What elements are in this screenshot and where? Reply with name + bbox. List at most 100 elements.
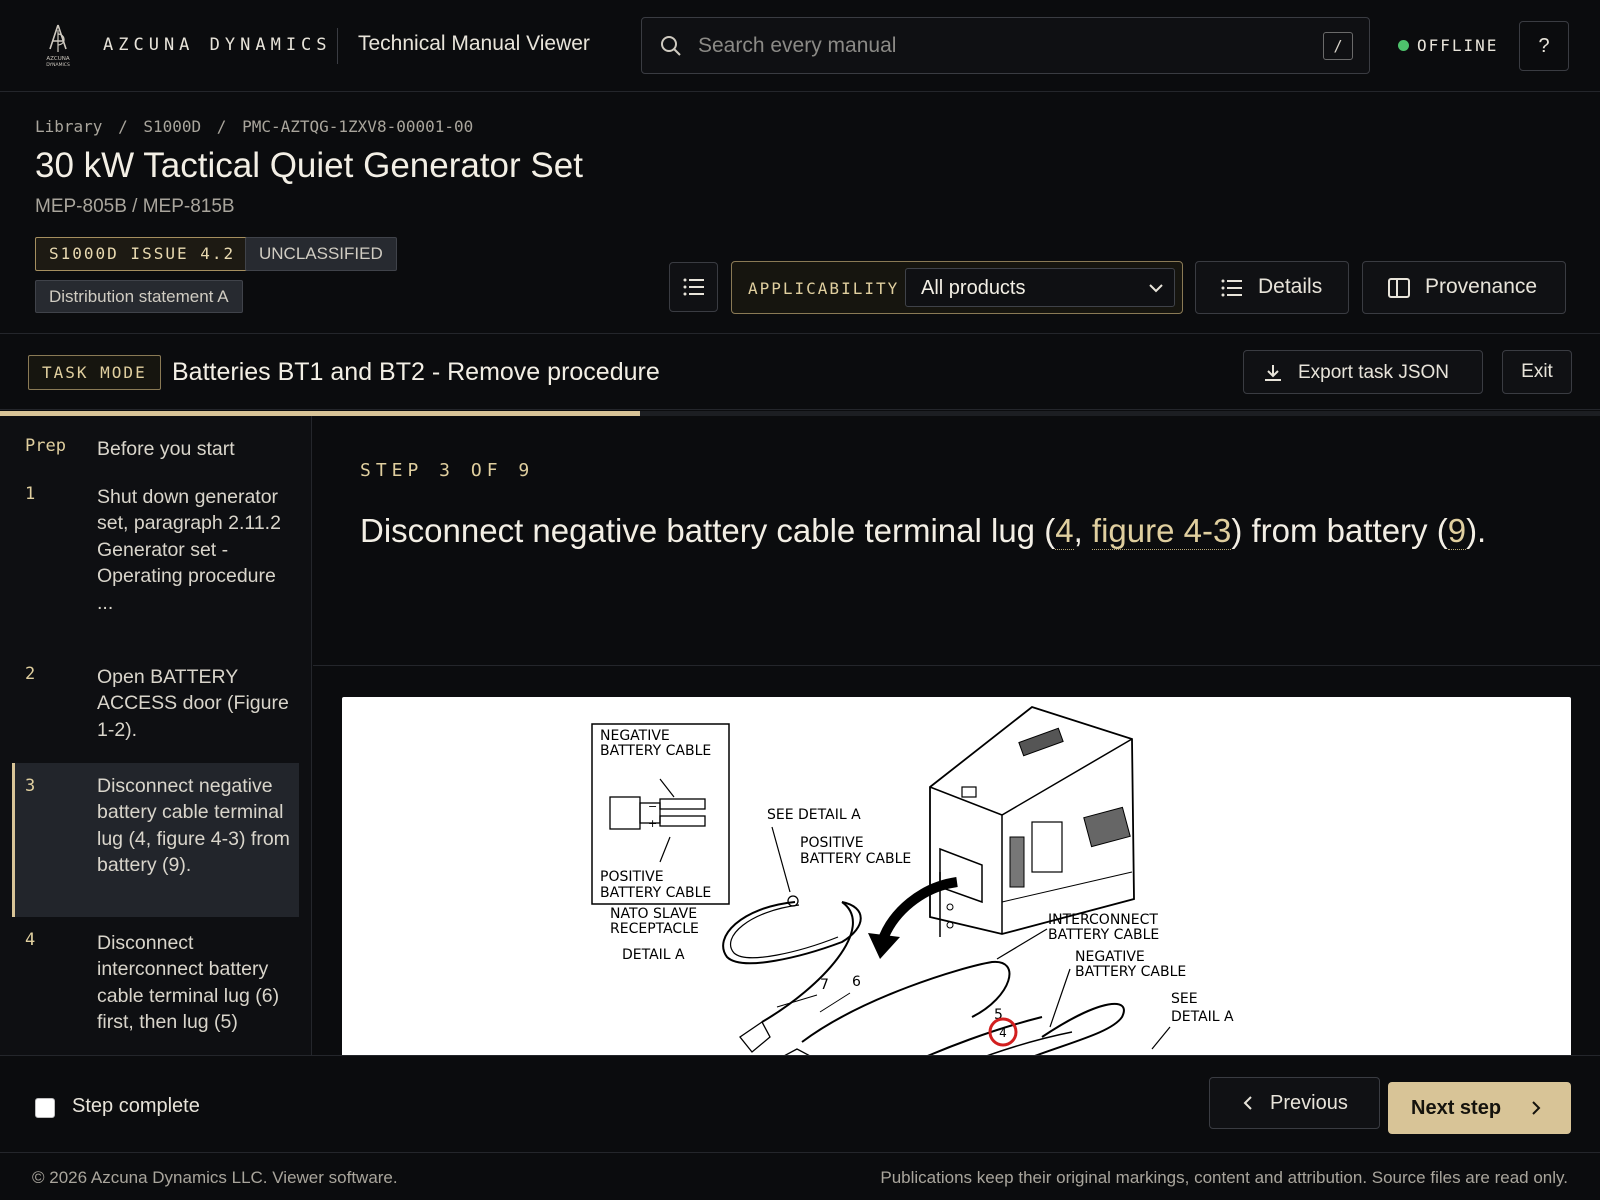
step-number: 4 bbox=[25, 930, 36, 950]
step-complete-label[interactable]: Step complete bbox=[72, 1095, 200, 1118]
step-complete-checkbox[interactable] bbox=[35, 1098, 55, 1118]
step-counter: STEP 3 OF 9 bbox=[360, 460, 535, 481]
export-label: Export task JSON bbox=[1298, 362, 1449, 383]
status-dot-icon bbox=[1398, 40, 1409, 51]
footer-copyright: © 2026 Azcuna Dynamics LLC. Viewer softw… bbox=[32, 1168, 398, 1187]
step-list-item-prep[interactable]: Prep Before you start bbox=[12, 432, 299, 472]
svg-text:DETAIL A: DETAIL A bbox=[622, 947, 685, 963]
brand-name: AZCUNA DYNAMICS bbox=[103, 35, 332, 55]
previous-step-button[interactable]: Previous bbox=[1209, 1077, 1380, 1129]
content-divider bbox=[313, 665, 1600, 666]
task-title: Batteries BT1 and BT2 - Remove procedure bbox=[172, 358, 660, 386]
search-box[interactable]: / bbox=[641, 17, 1370, 74]
applicability-select[interactable]: All products bbox=[905, 268, 1175, 307]
help-button[interactable]: ? bbox=[1519, 21, 1569, 71]
page-subtitle: MEP-805B / MEP-815B bbox=[35, 196, 235, 217]
step-action-bar: Step complete Previous Next step bbox=[0, 1055, 1600, 1153]
svg-text:BATTERY CABLE: BATTERY CABLE bbox=[1048, 927, 1159, 943]
svg-text:BATTERY CABLE: BATTERY CABLE bbox=[1075, 964, 1186, 980]
svg-text:6: 6 bbox=[852, 974, 861, 990]
figure-illustration[interactable]: NEGATIVE BATTERY CABLE − + POSITIVE BATT… bbox=[342, 697, 1571, 1055]
step-list-item-4[interactable]: 4 Disconnect interconnect battery cable … bbox=[12, 926, 299, 1055]
chevron-down-icon bbox=[1149, 284, 1163, 293]
step-label: Disconnect negative battery cable termin… bbox=[97, 775, 290, 877]
svg-text:DETAIL A: DETAIL A bbox=[1171, 1009, 1234, 1025]
chevron-right-icon bbox=[1532, 1101, 1541, 1115]
applicability-value: All products bbox=[921, 277, 1026, 299]
applicability-filter: APPLICABILITY All products bbox=[731, 261, 1183, 314]
svg-text:NATO SLAVE: NATO SLAVE bbox=[610, 906, 697, 922]
search-input[interactable] bbox=[698, 30, 1298, 62]
step-number: 1 bbox=[25, 484, 36, 504]
chevron-left-icon bbox=[1243, 1096, 1252, 1110]
brand-divider bbox=[337, 28, 338, 64]
step-list-item-2[interactable]: 2 Open BATTERY ACCESS door (Figure 1-2). bbox=[12, 660, 299, 748]
svg-text:4: 4 bbox=[999, 1026, 1007, 1040]
item-reference-link[interactable]: 4 bbox=[1055, 512, 1074, 550]
step-list-item-1[interactable]: 1 Shut down generator set, paragraph 2.1… bbox=[12, 480, 299, 644]
svg-text:−: − bbox=[648, 800, 657, 813]
step-label: Open BATTERY ACCESS door (Figure 1-2). bbox=[97, 666, 289, 741]
details-button[interactable]: Details bbox=[1195, 261, 1349, 314]
svg-text:POSITIVE: POSITIVE bbox=[800, 835, 864, 851]
distribution-badge: Distribution statement A bbox=[35, 280, 243, 313]
list-icon bbox=[683, 278, 704, 296]
breadcrumb-library[interactable]: Library bbox=[35, 117, 102, 136]
status-text: OFFLINE bbox=[1417, 36, 1499, 55]
applicability-label: APPLICABILITY bbox=[748, 279, 900, 298]
svg-text:RECEPTACLE: RECEPTACLE bbox=[610, 921, 699, 937]
step-list-item-3[interactable]: 3 Disconnect negative battery cable term… bbox=[12, 763, 299, 917]
svg-text:7: 7 bbox=[820, 977, 829, 993]
issue-badge: S1000D ISSUE 4.2 bbox=[35, 237, 250, 271]
svg-text:NEGATIVE: NEGATIVE bbox=[600, 728, 670, 744]
top-bar: AZCUNA DYNAMICS AZCUNA DYNAMICS Technica… bbox=[0, 0, 1600, 92]
search-shortcut-key: / bbox=[1323, 32, 1353, 60]
exit-button[interactable]: Exit bbox=[1502, 350, 1572, 394]
breadcrumb: Library / S1000D / PMC-AZTQG-1ZXV8-00001… bbox=[35, 117, 479, 136]
svg-text:SEE: SEE bbox=[1171, 991, 1198, 1007]
step-label: Disconnect interconnect battery cable te… bbox=[97, 932, 280, 1034]
footer-notice: Publications keep their original marking… bbox=[880, 1168, 1568, 1187]
next-step-button[interactable]: Next step bbox=[1388, 1082, 1571, 1134]
next-label: Next step bbox=[1411, 1097, 1502, 1119]
battery-reference-link[interactable]: 9 bbox=[1447, 512, 1467, 550]
document-header: Library / S1000D / PMC-AZTQG-1ZXV8-00001… bbox=[0, 93, 1600, 334]
task-bar: TASK MODE Batteries BT1 and BT2 - Remove… bbox=[0, 335, 1600, 410]
step-content: STEP 3 OF 9 Disconnect negative battery … bbox=[313, 416, 1600, 1055]
svg-text:BATTERY CABLE: BATTERY CABLE bbox=[800, 851, 911, 867]
svg-text:POSITIVE: POSITIVE bbox=[600, 869, 664, 885]
step-instruction: Disconnect negative battery cable termin… bbox=[360, 512, 1487, 550]
connection-status: OFFLINE bbox=[1398, 36, 1498, 55]
details-label: Details bbox=[1258, 275, 1323, 298]
svg-text:+: + bbox=[648, 817, 657, 830]
svg-text:SEE DETAIL A: SEE DETAIL A bbox=[767, 807, 861, 823]
step-number: 2 bbox=[25, 664, 36, 684]
svg-text:INTERCONNECT: INTERCONNECT bbox=[1048, 912, 1158, 928]
svg-text:NEGATIVE: NEGATIVE bbox=[1075, 949, 1145, 965]
provenance-label: Provenance bbox=[1425, 275, 1538, 298]
toc-button[interactable] bbox=[669, 262, 718, 312]
page-footer: © 2026 Azcuna Dynamics LLC. Viewer softw… bbox=[0, 1154, 1600, 1200]
breadcrumb-separator: / bbox=[118, 117, 128, 136]
step-label: Shut down generator set, paragraph 2.11.… bbox=[97, 486, 281, 614]
breadcrumb-s1000d[interactable]: S1000D bbox=[143, 117, 201, 136]
step-number: Prep bbox=[25, 436, 66, 456]
task-mode-badge: TASK MODE bbox=[28, 355, 161, 390]
svg-text:AZCUNA: AZCUNA bbox=[46, 56, 70, 62]
breadcrumb-pmc: PMC-AZTQG-1ZXV8-00001-00 bbox=[242, 117, 474, 136]
step-list: Prep Before you start 1 Shut down genera… bbox=[0, 416, 312, 1055]
panel-icon bbox=[1388, 278, 1410, 298]
classification-badge: UNCLASSIFIED bbox=[245, 237, 397, 271]
breadcrumb-separator: / bbox=[216, 117, 227, 136]
download-icon bbox=[1265, 365, 1281, 381]
details-list-icon bbox=[1221, 279, 1242, 297]
figure-reference-link[interactable]: figure 4-3 bbox=[1091, 512, 1232, 550]
svg-text:BATTERY CABLE: BATTERY CABLE bbox=[600, 743, 711, 759]
export-task-button[interactable]: Export task JSON bbox=[1243, 350, 1483, 394]
app-title: Technical Manual Viewer bbox=[358, 32, 590, 55]
previous-label: Previous bbox=[1270, 1092, 1348, 1114]
provenance-button[interactable]: Provenance bbox=[1362, 261, 1566, 314]
search-icon bbox=[660, 35, 682, 62]
step-label: Before you start bbox=[97, 438, 235, 460]
svg-text:DYNAMICS: DYNAMICS bbox=[46, 62, 70, 68]
